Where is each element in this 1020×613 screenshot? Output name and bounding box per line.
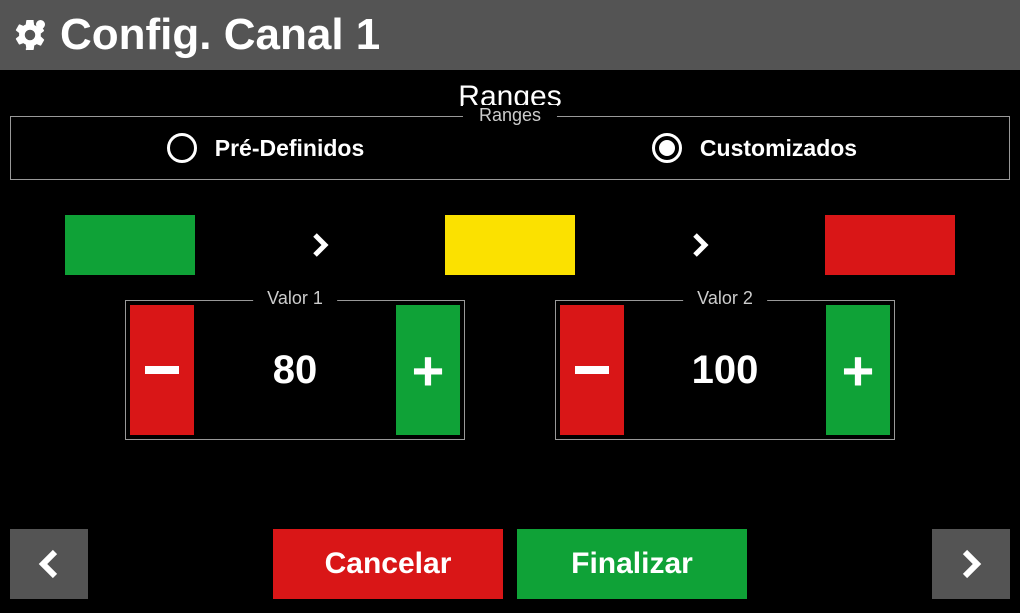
header-bar: Config. Canal 1 xyxy=(0,0,1020,70)
value2-box: Valor 2 100 + xyxy=(555,300,895,440)
chevron-right-icon xyxy=(305,230,335,260)
value1-box: Valor 1 80 + xyxy=(125,300,465,440)
settings-icon xyxy=(12,17,48,53)
cancel-button[interactable]: Cancelar xyxy=(273,529,503,599)
ranges-fieldset: Ranges Pré-Definidos Customizados xyxy=(10,116,1010,180)
value1-legend: Valor 1 xyxy=(253,288,337,309)
color-row xyxy=(10,180,1010,275)
plus-icon: + xyxy=(842,338,875,403)
color-green xyxy=(65,215,195,275)
radio-predefined[interactable]: Pré-Definidos xyxy=(21,133,510,163)
value2-number: 100 xyxy=(628,301,822,439)
radio-custom-label: Customizados xyxy=(700,135,857,162)
color-yellow xyxy=(445,215,575,275)
finish-button[interactable]: Finalizar xyxy=(517,529,747,599)
color-red xyxy=(825,215,955,275)
value1-number: 80 xyxy=(198,301,392,439)
radio-predefined-label: Pré-Definidos xyxy=(215,135,365,162)
value2-plus-button[interactable]: + xyxy=(826,305,890,435)
prev-button[interactable] xyxy=(10,529,88,599)
value2-legend: Valor 2 xyxy=(683,288,767,309)
chevron-left-icon xyxy=(31,546,67,582)
radio-custom[interactable]: Customizados xyxy=(510,133,999,163)
chevron-right-icon xyxy=(953,546,989,582)
radio-icon xyxy=(167,133,197,163)
page-title: Config. Canal 1 xyxy=(60,10,380,60)
value2-minus-button[interactable] xyxy=(560,305,624,435)
value1-plus-button[interactable]: + xyxy=(396,305,460,435)
minus-icon xyxy=(575,366,609,374)
next-button[interactable] xyxy=(932,529,1010,599)
radio-selected-icon xyxy=(652,133,682,163)
minus-icon xyxy=(145,366,179,374)
chevron-right-icon xyxy=(685,230,715,260)
plus-icon: + xyxy=(412,338,445,403)
fieldset-legend: Ranges xyxy=(463,105,557,126)
value1-minus-button[interactable] xyxy=(130,305,194,435)
